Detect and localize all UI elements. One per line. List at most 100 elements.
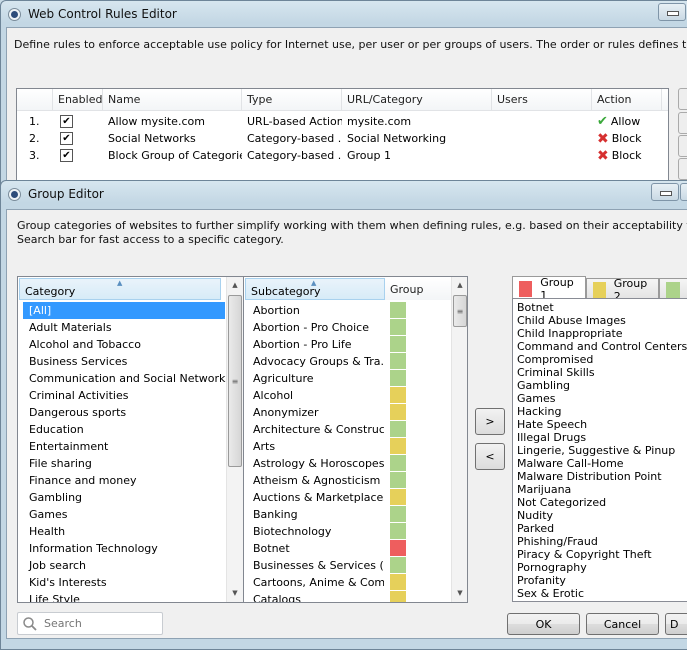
scroll-down-arrow[interactable]: ▼ [452,585,467,602]
subcategory-row[interactable]: Cartoons, Anime & Comi... [244,574,467,591]
category-scrollbar[interactable]: ▲ ≡ ▼ [226,277,243,602]
col-type[interactable]: Type [242,89,342,110]
col-enabled[interactable]: Enabled [53,89,103,110]
minimize-button[interactable] [651,183,679,201]
category-list[interactable]: ▲ Category [All] Adult Materials Alcohol a… [17,276,244,603]
group-item[interactable]: Gambling [517,379,687,392]
subcategory-row[interactable]: Botnet [244,540,467,557]
tab-group-2[interactable]: Group 2 [585,277,659,303]
category-item[interactable]: Criminal Activities [23,387,225,404]
subcategory-scrollbar[interactable]: ▲ ≡ ▼ [451,277,467,602]
subcategory-row[interactable]: Advocacy Groups & Tra... [244,353,467,370]
minimize-button[interactable] [658,3,686,21]
col-name[interactable]: Name [103,89,242,110]
scroll-down-arrow[interactable]: ▼ [227,585,243,602]
category-item[interactable]: Alcohol and Tobacco [23,336,225,353]
subcategory-header[interactable]: ▲ Subcategory [245,278,385,300]
group-item[interactable]: Hate Speech [517,418,687,431]
category-item[interactable]: Adult Materials [23,319,225,336]
subcategory-list[interactable]: ▲ Subcategory Group Abortion Abortion - … [243,276,468,603]
col-action[interactable]: Action [592,89,662,110]
scroll-thumb[interactable]: ≡ [228,295,242,467]
remove-from-group-button[interactable]: < [475,443,505,470]
cancel-button[interactable]: Cancel [586,613,659,635]
category-header[interactable]: ▲ Category [19,278,221,300]
scroll-up-arrow[interactable]: ▲ [227,277,243,294]
subcategory-row[interactable]: Alcohol [244,387,467,404]
category-item[interactable]: File sharing [23,455,225,472]
group-item[interactable]: Malware Distribution Point [517,470,687,483]
group-item[interactable]: Hacking [517,405,687,418]
category-item[interactable]: Entertainment [23,438,225,455]
group-item[interactable]: Pornography [517,561,687,574]
group-item[interactable]: Profanity [517,574,687,587]
group-item[interactable]: Malware Call-Home [517,457,687,470]
group-item[interactable]: Sex & Erotic [517,587,687,600]
group-item[interactable]: Botnet [517,301,687,314]
side-button-4[interactable] [678,158,687,180]
subcategory-row[interactable]: Anonymizer [244,404,467,421]
group-item[interactable]: Compromised [517,353,687,366]
rule-row[interactable]: 3. ✔ Block Group of Categories Category-… [17,147,668,164]
tab-group-1[interactable]: Group 1 [512,276,586,302]
rule-row[interactable]: 1. ✔ Allow mysite.com URL-based Action m… [17,113,668,130]
subcategory-row[interactable]: Atheism & Agnosticism [244,472,467,489]
maximize-button[interactable] [680,183,687,201]
category-item[interactable]: Education [23,421,225,438]
group-item[interactable]: Lingerie, Suggestive & Pinup [517,444,687,457]
category-item[interactable]: Business Services [23,353,225,370]
subcategory-row[interactable]: Architecture & Construc... [244,421,467,438]
col-users[interactable]: Users [492,89,592,110]
enabled-checkbox[interactable]: ✔ [60,132,73,145]
subcategory-row[interactable]: Biotechnology [244,523,467,540]
subcategory-row[interactable]: Businesses & Services (... [244,557,467,574]
tab-group-3[interactable] [659,278,687,300]
subcategory-row[interactable]: Abortion - Pro Choice [244,319,467,336]
side-button-1[interactable] [678,88,687,110]
enabled-checkbox[interactable]: ✔ [60,149,73,162]
category-item[interactable]: Games [23,506,225,523]
group-item[interactable]: Parked [517,522,687,535]
search-input[interactable] [44,617,159,630]
subcategory-row[interactable]: Abortion [244,302,467,319]
category-item[interactable]: Kid's Interests [23,574,225,591]
scroll-up-arrow[interactable]: ▲ [452,277,467,294]
subcategory-row[interactable]: Astrology & Horoscopes [244,455,467,472]
subcategory-row[interactable]: Agriculture [244,370,467,387]
category-item[interactable]: Life Style [23,591,225,602]
third-button[interactable]: D [665,613,687,635]
side-button-2[interactable] [678,112,687,134]
side-button-3[interactable] [678,135,687,157]
group-item[interactable]: Not Categorized [517,496,687,509]
group-item[interactable]: Phishing/Fraud [517,535,687,548]
subcategory-row[interactable]: Arts [244,438,467,455]
subcategory-row[interactable]: Auctions & Marketplaces [244,489,467,506]
scroll-thumb[interactable]: ≡ [453,295,467,327]
search-box[interactable] [17,612,163,635]
group-item[interactable]: Marijuana [517,483,687,496]
group-header[interactable]: Group [385,278,451,300]
group-item[interactable]: Nudity [517,509,687,522]
group-item[interactable]: Illegal Drugs [517,431,687,444]
group-item[interactable]: Criminal Skills [517,366,687,379]
category-item[interactable]: Dangerous sports [23,404,225,421]
group-item[interactable]: Child Inappropriate [517,327,687,340]
group-item[interactable]: Child Abuse Images [517,314,687,327]
category-item[interactable]: Finance and money [23,472,225,489]
ok-button[interactable]: OK [507,613,580,635]
subcategory-row[interactable]: Catalogs [244,591,467,602]
add-to-group-button[interactable]: > [475,408,505,435]
group-item[interactable]: Piracy & Copyright Theft [517,548,687,561]
enabled-checkbox[interactable]: ✔ [60,115,73,128]
group-item[interactable]: Command and Control Centers [517,340,687,353]
col-url[interactable]: URL/Category [342,89,492,110]
category-item[interactable]: Communication and Social Networks [23,370,231,387]
category-item[interactable]: Health [23,523,225,540]
subcategory-row[interactable]: Abortion - Pro Life [244,336,467,353]
category-item[interactable]: Information Technology [23,540,225,557]
category-item[interactable]: Job search [23,557,225,574]
rule-row[interactable]: 2. ✔ Social Networks Category-based ... … [17,130,668,147]
category-item[interactable]: Gambling [23,489,225,506]
category-item[interactable]: [All] [23,302,225,319]
subcategory-row[interactable]: Banking [244,506,467,523]
